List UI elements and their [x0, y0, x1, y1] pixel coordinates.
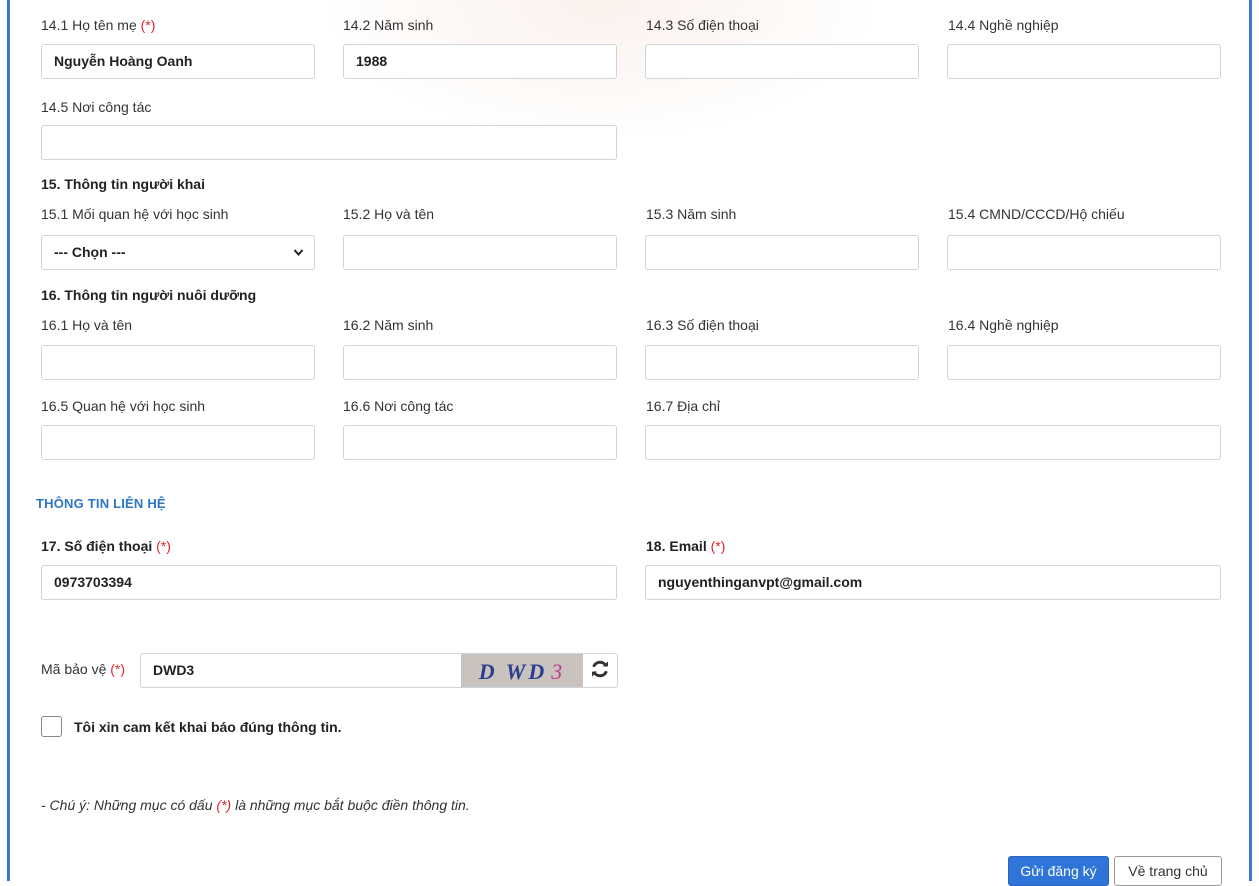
- refresh-icon: [590, 659, 610, 682]
- captcha-image: D WD 3: [461, 653, 583, 688]
- guardian-workplace-input[interactable]: [343, 425, 617, 460]
- guardian-relation-label: 16.5 Quan hệ với học sinh: [41, 398, 206, 414]
- guardian-address-label: 16.7 Địa chỉ: [646, 398, 720, 414]
- guardian-name-label: 16.1 Họ và tên: [41, 317, 133, 333]
- guardian-address-input[interactable]: [645, 425, 1221, 460]
- guardian-birth-input[interactable]: [343, 345, 617, 380]
- chevron-down-icon: [293, 236, 304, 269]
- mother-birth-input[interactable]: 1988: [343, 44, 617, 79]
- contact-phone-input[interactable]: 0973703394: [41, 565, 617, 600]
- commit-label: Tôi xin cam kết khai báo đúng thông tin.: [74, 719, 342, 735]
- declarant-id-label: 15.4 CMND/CCCD/Hộ chiếu: [948, 206, 1125, 222]
- declarant-relation-select[interactable]: --- Chọn ---: [41, 235, 315, 270]
- declarant-section-title: 15. Thông tin người khai: [41, 176, 205, 192]
- mother-phone-input[interactable]: [645, 44, 919, 79]
- mother-workplace-input[interactable]: [41, 125, 617, 160]
- submit-registration-button[interactable]: Gửi đăng ký: [1008, 856, 1109, 886]
- guardian-job-input[interactable]: [947, 345, 1221, 380]
- guardian-relation-input[interactable]: [41, 425, 315, 460]
- declarant-id-input[interactable]: [947, 235, 1221, 270]
- mother-phone-label: 14.3 Số điện thoại: [646, 17, 759, 33]
- mother-workplace-label: 14.5 Nơi công tác: [41, 99, 152, 115]
- declarant-relation-selected: --- Chọn ---: [54, 244, 126, 260]
- mother-name-label: 14.1 Họ tên mẹ (*): [41, 17, 156, 33]
- guardian-job-label: 16.4 Nghề nghiệp: [948, 317, 1059, 333]
- captcha-input[interactable]: DWD3: [140, 653, 462, 688]
- contact-phone-label: 17. Số điện thoại (*): [41, 538, 171, 554]
- guardian-name-input[interactable]: [41, 345, 315, 380]
- back-home-button[interactable]: Về trang chủ: [1114, 856, 1222, 886]
- guardian-birth-label: 16.2 Năm sinh: [343, 317, 434, 333]
- required-note: - Chú ý: Những mục có dấu (*) là những m…: [41, 797, 470, 813]
- declarant-name-label: 15.2 Họ và tên: [343, 206, 435, 222]
- commit-checkbox[interactable]: [41, 716, 62, 737]
- contact-email-input[interactable]: nguyenthinganvpt@gmail.com: [645, 565, 1221, 600]
- mother-birth-label: 14.2 Năm sinh: [343, 17, 434, 33]
- guardian-workplace-label: 16.6 Nơi công tác: [343, 398, 454, 414]
- contact-email-label: 18. Email (*): [646, 538, 726, 554]
- declarant-birth-label: 15.3 Năm sinh: [646, 206, 737, 222]
- declarant-relation-label: 15.1 Mối quan hệ với học sinh: [41, 206, 229, 222]
- captcha-label: Mã bảo vệ (*): [41, 661, 126, 677]
- declarant-birth-input[interactable]: [645, 235, 919, 270]
- mother-name-input[interactable]: Nguyễn Hoàng Oanh: [41, 44, 315, 79]
- contact-section-title: THÔNG TIN LIÊN HỆ: [36, 496, 166, 511]
- guardian-section-title: 16. Thông tin người nuôi dưỡng: [41, 287, 257, 303]
- page-frame-right-border: [1249, 0, 1252, 881]
- guardian-phone-label: 16.3 Số điện thoại: [646, 317, 759, 333]
- mother-job-label: 14.4 Nghề nghiệp: [948, 17, 1059, 33]
- captcha-refresh-button[interactable]: [583, 653, 618, 688]
- page-frame-left-border: [7, 0, 10, 881]
- mother-job-input[interactable]: [947, 44, 1221, 79]
- declarant-name-input[interactable]: [343, 235, 617, 270]
- guardian-phone-input[interactable]: [645, 345, 919, 380]
